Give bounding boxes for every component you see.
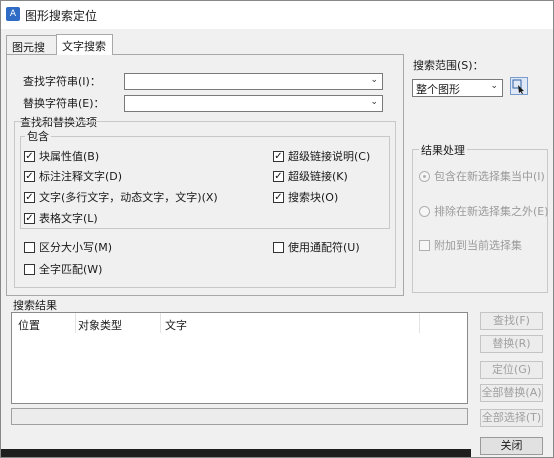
find-button[interactable]: 查找(F) bbox=[480, 312, 543, 330]
checkbox-label: 标注注释文字(D) bbox=[39, 170, 123, 183]
radio-include-in-new-set[interactable]: 包含在新选择集当中(I) bbox=[419, 168, 545, 184]
app-icon: A bbox=[6, 7, 20, 21]
background-window-strip bbox=[1, 449, 471, 457]
checkbox-box[interactable] bbox=[24, 241, 35, 253]
search-locate-dialog: A 图形搜索定位 图元搜索 文字搜索 查找字符串(I)： ⌄ 替换字符串(E)：… bbox=[0, 0, 554, 458]
checkbox-search-block[interactable]: ✓ 搜索块(O) bbox=[273, 189, 338, 205]
radio-dot[interactable] bbox=[419, 205, 430, 217]
checkbox-box[interactable]: ✓ bbox=[273, 170, 284, 182]
checkbox-whole-word[interactable]: 全字匹配(W) bbox=[24, 261, 102, 277]
column-divider[interactable] bbox=[75, 313, 76, 333]
replace-string-combo[interactable]: ⌄ bbox=[124, 95, 383, 112]
checkbox-match-case[interactable]: 区分大小写(M) bbox=[24, 239, 112, 255]
select-objects-button[interactable] bbox=[510, 77, 528, 95]
checkbox-box[interactable]: ✓ bbox=[24, 170, 35, 182]
include-group-title: 包含 bbox=[25, 128, 51, 144]
radio-label: 包含在新选择集当中(I) bbox=[434, 170, 545, 183]
chevron-down-icon[interactable]: ⌄ bbox=[490, 81, 498, 91]
column-header-position[interactable]: 位置 bbox=[18, 317, 40, 333]
checkbox-label: 搜索块(O) bbox=[288, 191, 339, 204]
checkbox-box[interactable] bbox=[24, 263, 35, 275]
checkbox-label: 文字(多行文字，动态文字，文字)(X) bbox=[39, 191, 218, 204]
pick-objects-icon bbox=[512, 79, 524, 94]
checkbox-wildcards[interactable]: 使用通配符(U) bbox=[273, 239, 360, 255]
checkbox-label: 全字匹配(W) bbox=[39, 263, 103, 276]
column-header-text[interactable]: 文字 bbox=[165, 317, 187, 333]
title-bar: A 图形搜索定位 bbox=[1, 1, 553, 29]
replace-button[interactable]: 替换(R) bbox=[480, 335, 543, 353]
search-scope-select[interactable]: 整个图形 ⌄ bbox=[412, 79, 503, 97]
replace-all-button[interactable]: 全部替换(A) bbox=[480, 384, 543, 402]
checkbox-box[interactable] bbox=[273, 241, 284, 253]
checkbox-label: 超级链接(K) bbox=[288, 170, 348, 183]
search-results-list[interactable]: 位置 对象类型 文字 bbox=[11, 312, 468, 404]
checkbox-label: 使用通配符(U) bbox=[288, 241, 360, 254]
checkbox-append-current[interactable]: 附加到当前选择集 bbox=[419, 237, 522, 253]
checkbox-block-attribute[interactable]: ✓ 块属性值(B) bbox=[24, 148, 99, 164]
checkbox-hyperlink[interactable]: ✓ 超级链接(K) bbox=[273, 168, 348, 184]
window-title: 图形搜索定位 bbox=[25, 9, 98, 23]
column-divider[interactable] bbox=[160, 313, 161, 333]
checkbox-box[interactable] bbox=[419, 239, 430, 251]
result-handling-title: 结果处理 bbox=[419, 142, 467, 158]
radio-dot[interactable] bbox=[419, 170, 430, 182]
status-field bbox=[11, 408, 468, 425]
chevron-down-icon[interactable]: ⌄ bbox=[370, 97, 378, 107]
checkbox-hyperlink-desc[interactable]: ✓ 超级链接说明(C) bbox=[273, 148, 370, 164]
replace-string-label: 替换字符串(E)： bbox=[23, 97, 105, 110]
close-button[interactable]: 关闭 bbox=[480, 437, 543, 455]
checkbox-table-text[interactable]: ✓ 表格文字(L) bbox=[24, 210, 98, 226]
find-string-label: 查找字符串(I)： bbox=[23, 75, 101, 88]
checkbox-box[interactable]: ✓ bbox=[24, 212, 35, 224]
find-string-combo[interactable]: ⌄ bbox=[124, 73, 383, 90]
tab-text-search[interactable]: 文字搜索 bbox=[56, 34, 113, 55]
checkbox-text[interactable]: ✓ 文字(多行文字，动态文字，文字)(X) bbox=[24, 189, 218, 205]
column-header-object-type[interactable]: 对象类型 bbox=[78, 317, 122, 333]
checkbox-label: 超级链接说明(C) bbox=[288, 150, 371, 163]
search-results-title: 搜索结果 bbox=[13, 299, 57, 312]
checkbox-label: 区分大小写(M) bbox=[39, 241, 113, 254]
checkbox-box[interactable]: ✓ bbox=[273, 150, 284, 162]
checkbox-label: 表格文字(L) bbox=[39, 212, 98, 225]
locate-button[interactable]: 定位(G) bbox=[480, 361, 543, 379]
checkbox-box[interactable]: ✓ bbox=[273, 191, 284, 203]
search-scope-value: 整个图形 bbox=[416, 83, 460, 96]
chevron-down-icon[interactable]: ⌄ bbox=[370, 75, 378, 85]
radio-label: 排除在新选择集之外(E) bbox=[434, 205, 549, 218]
column-divider[interactable] bbox=[419, 313, 420, 333]
checkbox-dimension-text[interactable]: ✓ 标注注释文字(D) bbox=[24, 168, 122, 184]
checkbox-label: 附加到当前选择集 bbox=[434, 239, 522, 252]
select-all-button[interactable]: 全部选择(T) bbox=[480, 409, 543, 427]
checkbox-box[interactable]: ✓ bbox=[24, 150, 35, 162]
checkbox-label: 块属性值(B) bbox=[39, 150, 100, 163]
checkbox-box[interactable]: ✓ bbox=[24, 191, 35, 203]
tab-label: 文字搜索 bbox=[62, 40, 106, 53]
radio-exclude-from-new-set[interactable]: 排除在新选择集之外(E) bbox=[419, 203, 549, 219]
search-scope-label: 搜索范围(S)： bbox=[413, 59, 484, 72]
tab-entity-search[interactable]: 图元搜索 bbox=[6, 35, 57, 70]
